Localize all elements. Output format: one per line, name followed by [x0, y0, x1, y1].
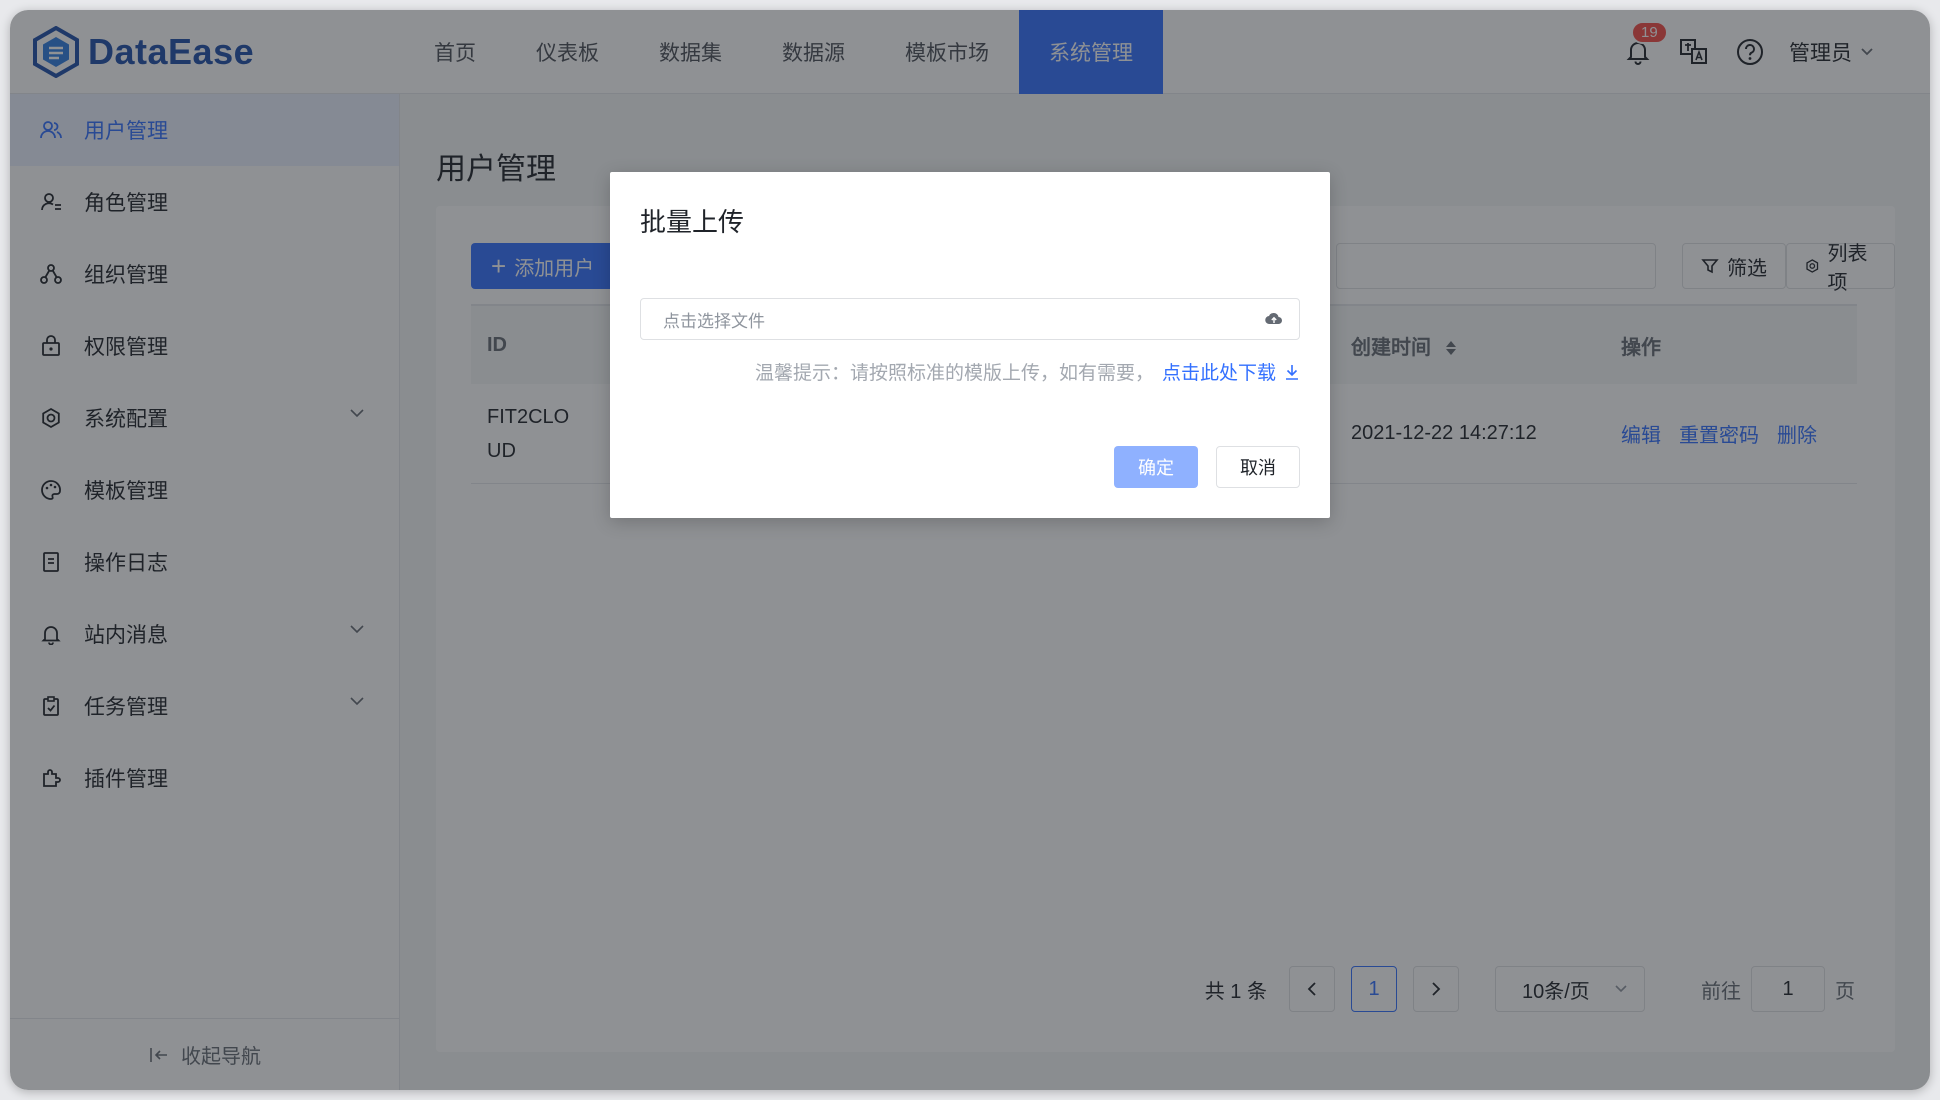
upload-cloud-icon	[1265, 312, 1282, 325]
tip-text: 温馨提示：请按照标准的模版上传，如有需要，	[754, 363, 1154, 384]
cancel-button[interactable]: 取消	[1216, 446, 1300, 488]
confirm-button[interactable]: 确定	[1114, 446, 1198, 488]
upload-tip: 温馨提示：请按照标准的模版上传，如有需要， 点击此处下载	[755, 358, 1300, 385]
file-select-placeholder: 点击选择文件	[663, 311, 765, 331]
download-template-label: 点击此处下载	[1161, 363, 1276, 384]
app-window: DataEase 首页 仪表板 数据集 数据源 模板市场 系统管理 19	[10, 10, 1930, 1090]
file-select-input[interactable]: 点击选择文件	[640, 298, 1300, 340]
batch-upload-dialog: 批量上传 点击选择文件 温馨提示：请按照标准的模版上传，如有需要， 点击此处下载…	[610, 172, 1330, 518]
download-template-link[interactable]: 点击此处下载	[1162, 358, 1300, 385]
download-icon	[1286, 364, 1298, 380]
dialog-title: 批量上传	[640, 207, 745, 237]
